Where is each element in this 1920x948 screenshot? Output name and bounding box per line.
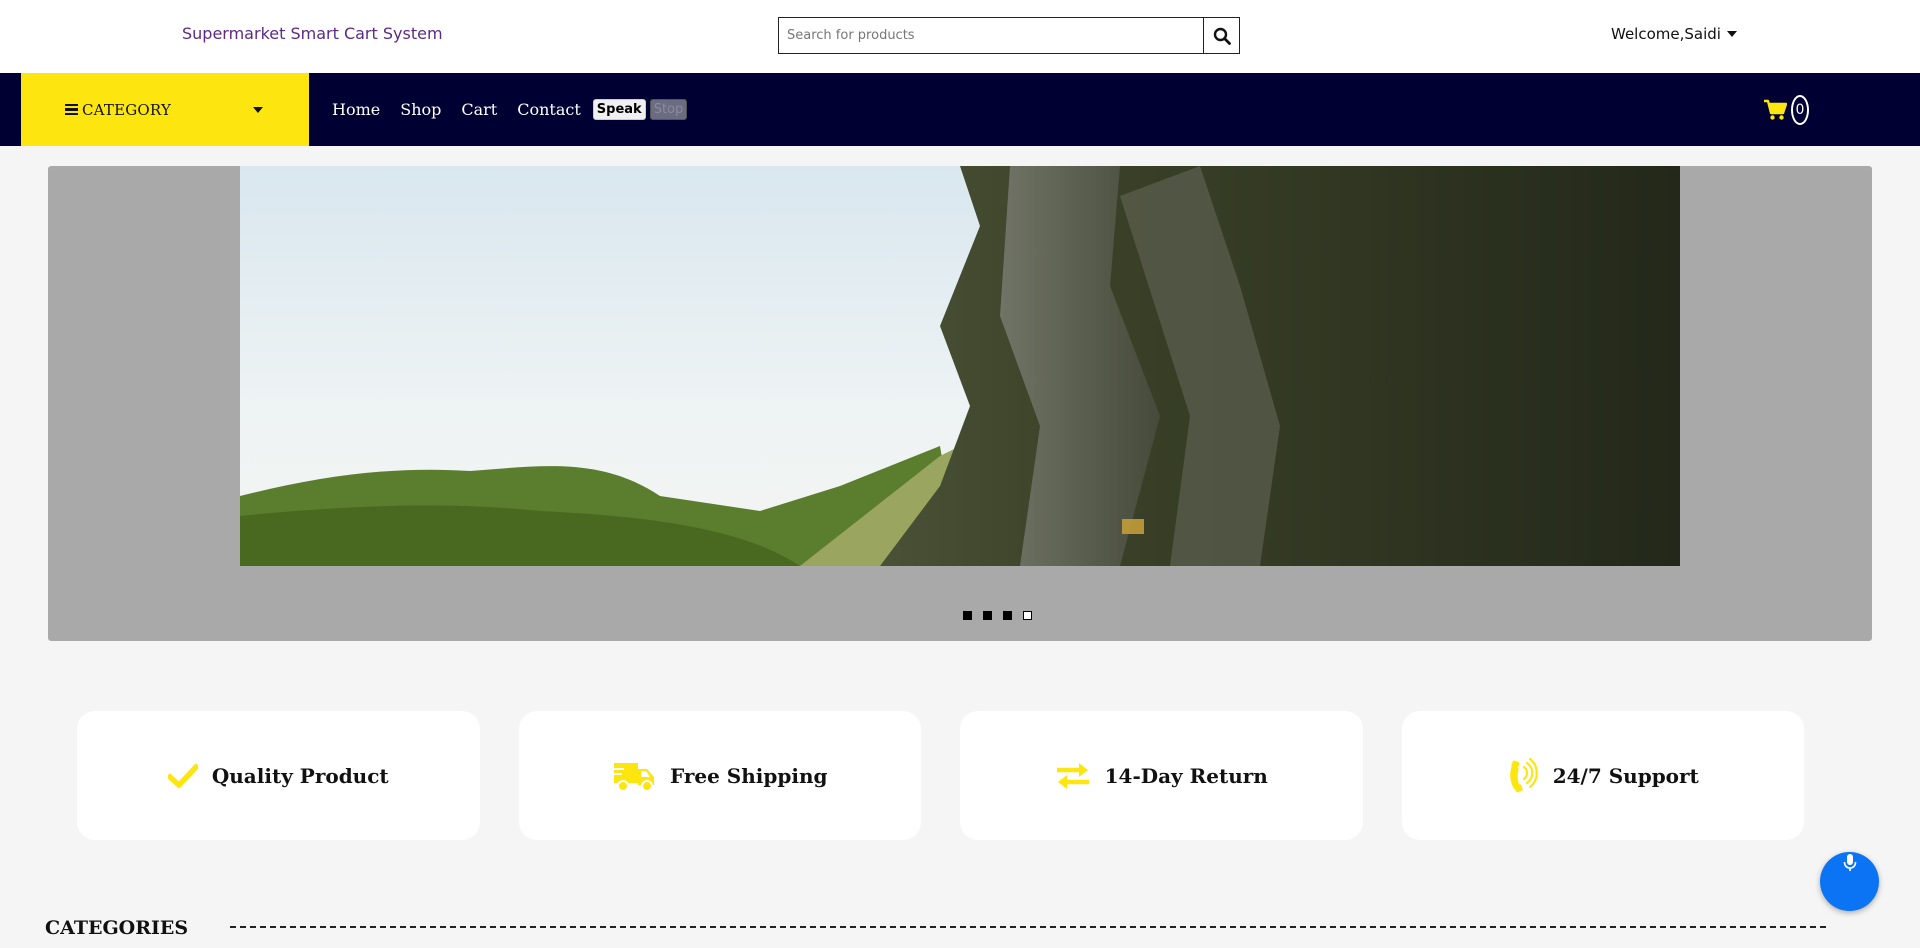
speak-button[interactable]: Speak bbox=[592, 99, 646, 120]
nav-links: Home Shop Cart Contact Speak Stop bbox=[332, 73, 688, 146]
stop-button[interactable]: Stop bbox=[649, 99, 688, 120]
check-icon bbox=[167, 763, 198, 788]
feature-label: Quality Product bbox=[211, 763, 389, 788]
category-label: CATEGORY bbox=[82, 100, 172, 119]
caret-down-icon bbox=[1726, 31, 1737, 37]
voice-assistant-button[interactable] bbox=[1820, 852, 1879, 911]
user-menu-toggle[interactable]: Welcome,Saidi bbox=[1611, 25, 1737, 43]
category-dropdown-button[interactable]: CATEGORY bbox=[21, 73, 309, 146]
nav-link-home[interactable]: Home bbox=[332, 100, 380, 119]
hero-carousel bbox=[48, 166, 1872, 641]
microphone-icon bbox=[1843, 854, 1856, 871]
nav-link-contact[interactable]: Contact bbox=[517, 100, 581, 119]
phone-volume-icon bbox=[1509, 757, 1538, 792]
carousel-indicator[interactable] bbox=[1003, 611, 1012, 620]
search-form bbox=[778, 17, 1240, 54]
section-divider bbox=[230, 926, 1826, 928]
welcome-text: Welcome,Saidi bbox=[1611, 25, 1721, 43]
feature-label: 14-Day Return bbox=[1104, 763, 1268, 788]
carousel-indicator[interactable] bbox=[983, 611, 992, 620]
feature-card-quality: Quality Product bbox=[77, 711, 480, 840]
main-navbar: CATEGORY Home Shop Cart Contact Speak St… bbox=[0, 73, 1920, 146]
feature-card-return: 14-Day Return bbox=[960, 711, 1363, 840]
search-icon bbox=[1213, 27, 1231, 45]
features-row: Quality Product Free Shipping 14-Day Ret… bbox=[77, 711, 1804, 840]
shipping-truck-icon bbox=[612, 762, 654, 792]
categories-heading: CATEGORIES bbox=[45, 917, 189, 939]
feature-card-shipping: Free Shipping bbox=[518, 711, 921, 840]
caret-down-icon bbox=[253, 107, 263, 113]
exchange-arrows-icon bbox=[1056, 762, 1089, 789]
nav-link-shop[interactable]: Shop bbox=[400, 100, 441, 119]
carousel-slide-image bbox=[240, 166, 1680, 566]
bars-icon bbox=[65, 103, 78, 116]
cart-widget[interactable]: 0 bbox=[1763, 95, 1809, 125]
carousel-indicators bbox=[963, 611, 1032, 620]
feature-label: Free Shipping bbox=[670, 763, 828, 788]
top-header: Supermarket Smart Cart System Welcome,Sa… bbox=[0, 0, 1920, 73]
search-input[interactable] bbox=[779, 18, 1203, 53]
nav-link-cart[interactable]: Cart bbox=[461, 100, 497, 119]
feature-card-support: 24/7 Support bbox=[1401, 711, 1804, 840]
carousel-indicator[interactable] bbox=[963, 611, 972, 620]
site-brand[interactable]: Supermarket Smart Cart System bbox=[182, 24, 443, 43]
carousel-indicator-active[interactable] bbox=[1023, 611, 1032, 620]
shopping-cart-icon bbox=[1764, 99, 1787, 120]
feature-label: 24/7 Support bbox=[1552, 763, 1699, 788]
search-button[interactable] bbox=[1203, 18, 1239, 53]
cart-count-badge: 0 bbox=[1791, 95, 1809, 125]
